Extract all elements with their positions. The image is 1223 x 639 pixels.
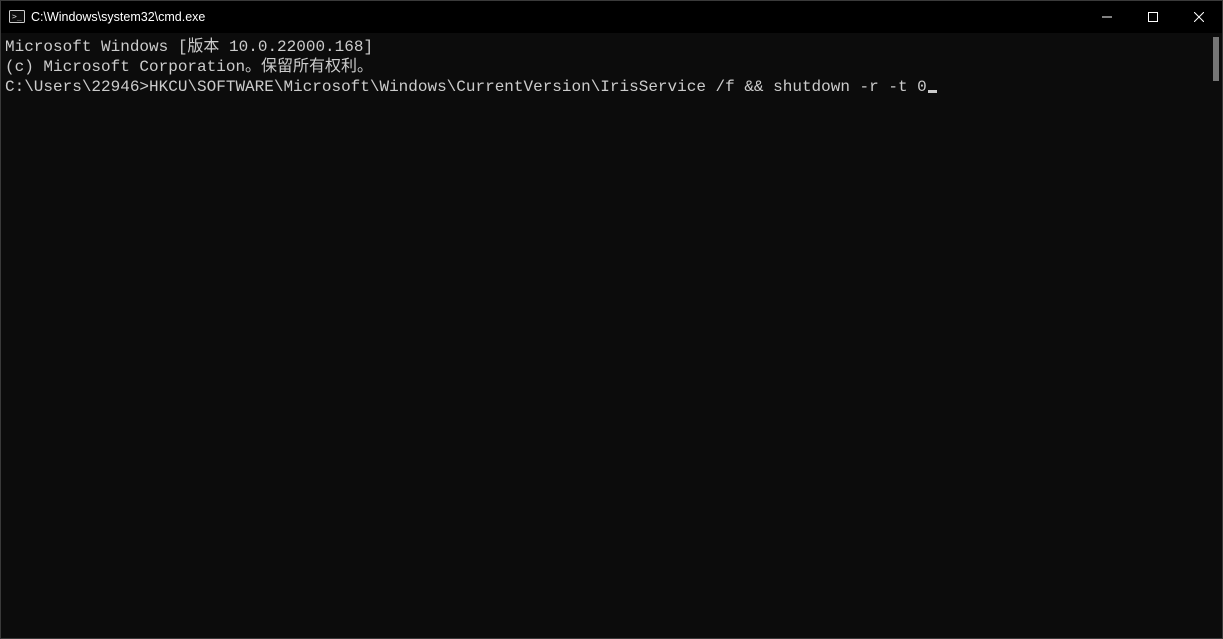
minimize-button[interactable] (1084, 1, 1130, 33)
scrollbar-thumb[interactable] (1213, 37, 1219, 81)
window-controls (1084, 1, 1222, 33)
svg-text:>_: >_ (12, 12, 22, 21)
window-title: C:\Windows\system32\cmd.exe (31, 10, 205, 24)
prompt: C:\Users\22946> (5, 78, 149, 96)
terminal-area: Microsoft Windows [版本 10.0.22000.168](c)… (1, 33, 1222, 638)
cursor (928, 90, 937, 93)
output-line: (c) Microsoft Corporation。保留所有权利。 (5, 57, 1206, 77)
close-button[interactable] (1176, 1, 1222, 33)
vertical-scrollbar[interactable] (1206, 33, 1222, 638)
maximize-button[interactable] (1130, 1, 1176, 33)
command-input[interactable]: HKCU\SOFTWARE\Microsoft\Windows\CurrentV… (149, 78, 927, 96)
terminal-output[interactable]: Microsoft Windows [版本 10.0.22000.168](c)… (1, 33, 1206, 638)
cmd-window: >_ C:\Windows\system32\cmd.exe (0, 0, 1223, 639)
output-line: Microsoft Windows [版本 10.0.22000.168] (5, 37, 1206, 57)
prompt-line: C:\Users\22946>HKCU\SOFTWARE\Microsoft\W… (5, 77, 1206, 97)
titlebar[interactable]: >_ C:\Windows\system32\cmd.exe (1, 1, 1222, 33)
cmd-icon: >_ (9, 9, 25, 25)
